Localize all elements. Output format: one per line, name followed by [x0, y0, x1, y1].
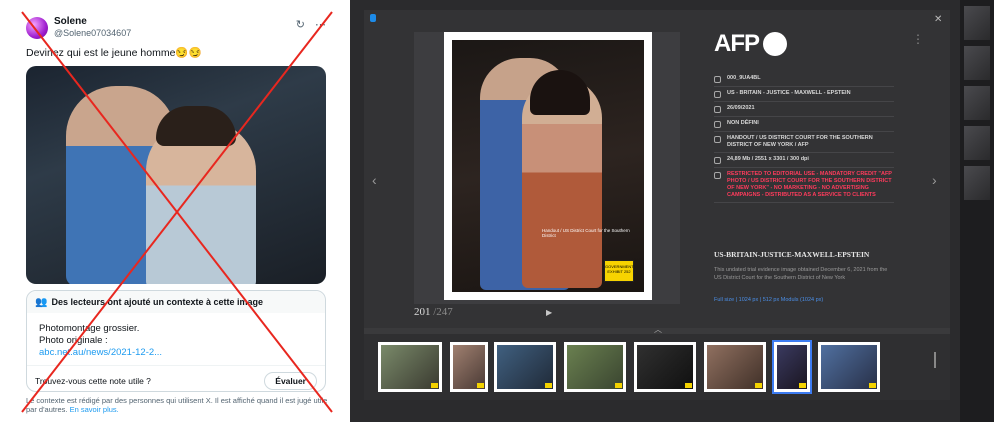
thumbnail-strip: [364, 334, 950, 400]
metadata-row: HANDOUT / US DISTRICT COURT FOR THE SOUT…: [714, 132, 894, 153]
warning-icon: [714, 172, 721, 179]
thumbnail-image: [453, 345, 485, 389]
viewer-main: ✕ ‹ › Handout / US District Court for th…: [364, 10, 950, 328]
pin-icon[interactable]: [370, 14, 376, 22]
thumbnail[interactable]: [634, 342, 696, 392]
thumbnail[interactable]: [378, 342, 442, 392]
download-links[interactable]: Full size | 1024 px | 512 px Moduls (102…: [714, 296, 894, 304]
community-note-title: Des lecteurs ont ajouté un contexte à ce…: [51, 297, 264, 307]
metadata-row: 24,89 Mb / 2551 x 3301 / 300 dpi: [714, 153, 894, 168]
screenshot-root: Solene @Solene07034607 ↻ ⋯ Devinez qui e…: [0, 0, 994, 422]
metadata-row: 26/09/2021: [714, 102, 894, 117]
people-icon: 👥: [35, 296, 48, 308]
tweet-header: Solene @Solene07034607: [26, 16, 131, 39]
thumbnail[interactable]: [704, 342, 766, 392]
caption-title: US-BRITAIN-JUSTICE-MAXWELL-EPSTEIN: [714, 250, 870, 259]
thumbnail-scrollbar[interactable]: [934, 352, 936, 368]
background-thumbnail: [964, 126, 990, 160]
metadata-row: RESTRICTED TO EDITORIAL USE - MANDATORY …: [714, 168, 894, 203]
thumbnail[interactable]: [818, 342, 880, 392]
evaluate-button[interactable]: Évaluer: [264, 372, 317, 390]
thumbnail[interactable]: [494, 342, 556, 392]
useful-question: Trouvez-vous cette note utile ?: [35, 376, 151, 386]
more-icon[interactable]: ⋯: [315, 18, 326, 31]
grok-icon[interactable]: ↻: [296, 18, 305, 31]
tweet-text: Devinez qui est le jeune homme😏😏: [26, 47, 202, 59]
metadata-text: US - BRITAIN - JUSTICE - MAXWELL - EPSTE…: [727, 90, 851, 96]
preview-photo[interactable]: Handout / US District Court for the Sout…: [444, 32, 652, 300]
afp-logo: AFP: [714, 30, 787, 58]
thumbnail-image: [637, 345, 693, 389]
learn-more-link[interactable]: En savoir plus.: [70, 405, 119, 414]
community-note: 👥 Des lecteurs ont ajouté un contexte à …: [26, 290, 326, 392]
metadata-row: US - BRITAIN - JUSTICE - MAXWELL - EPSTE…: [714, 87, 894, 102]
note-line-2: Photo originale :: [39, 335, 108, 346]
background-thumbnail: [964, 166, 990, 200]
background-thumbnail: [964, 86, 990, 120]
tweet-photo[interactable]: [26, 66, 326, 284]
avatar[interactable]: [26, 16, 48, 39]
note-line-1: Photomontage grossier.: [39, 323, 140, 334]
counter-current: 201: [414, 306, 431, 318]
tweet-author: Solene @Solene07034607: [54, 16, 131, 39]
note-source-link[interactable]: abc.net.au/news/2021-12-2...: [39, 347, 313, 359]
metadata-text: 26/09/2021: [727, 105, 755, 111]
community-note-footer: Trouvez-vous cette note utile ? Évaluer: [27, 365, 325, 396]
thumbnail-image: [381, 345, 439, 389]
exhibit-stamp: GOVERNMENT EXHIBIT 252: [604, 260, 634, 282]
preview-photo-content: Handout / US District Court for the Sout…: [452, 40, 644, 292]
kebab-menu-icon[interactable]: ⋮: [912, 32, 924, 46]
metadata-text: 000_9UA4BL: [727, 75, 761, 81]
metadata-row: NON DÉFINI: [714, 117, 894, 132]
thumbnail-image: [567, 345, 623, 389]
note-disclaimer: Le contexte est rédigé par des personnes…: [26, 396, 332, 414]
photo-counter: 201 /247: [414, 306, 453, 318]
afp-logo-ball: [763, 32, 787, 56]
thumbnail-image: [707, 345, 763, 389]
photo-watermark-caption: Handout / US District Court for the Sout…: [542, 228, 630, 238]
building-icon: [714, 136, 721, 143]
metadata-text: HANDOUT / US DISTRICT COURT FOR THE SOUT…: [727, 135, 873, 148]
afp-logo-text: AFP: [714, 30, 760, 57]
photo-figure-hair: [156, 106, 236, 146]
clock-icon: [714, 106, 721, 113]
tweet-card: Solene @Solene07034607 ↻ ⋯ Devinez qui e…: [18, 8, 336, 416]
community-note-header: 👥 Des lecteurs ont ajouté un contexte à …: [27, 291, 325, 313]
id-icon: [714, 76, 721, 83]
next-arrow-icon[interactable]: ›: [932, 172, 937, 188]
photo-figure-hair: [530, 70, 590, 115]
thumbnail-selected[interactable]: [772, 340, 812, 394]
previous-arrow-icon[interactable]: ‹: [372, 172, 377, 188]
community-note-body: Photomontage grossier. Photo originale :…: [27, 313, 325, 359]
counter-total: /247: [433, 306, 453, 318]
thumbnail-image: [777, 345, 807, 389]
author-name[interactable]: Solene: [54, 16, 131, 28]
afp-viewer: ✕ ‹ › Handout / US District Court for th…: [350, 0, 994, 422]
metadata-text: 24,89 Mb / 2551 x 3301 / 300 dpi: [727, 156, 809, 162]
info-icon: [714, 121, 721, 128]
resize-icon: [714, 157, 721, 164]
thumbnail-image: [821, 345, 877, 389]
author-handle[interactable]: @Solene07034607: [54, 28, 131, 39]
play-icon[interactable]: ▶: [546, 308, 552, 317]
metadata-row: 000_9UA4BL: [714, 72, 894, 87]
metadata-list: 000_9UA4BL US - BRITAIN - JUSTICE - MAXWE…: [714, 72, 894, 203]
metadata-text: NON DÉFINI: [727, 120, 759, 126]
thumbnail-image: [497, 345, 553, 389]
close-icon[interactable]: ✕: [934, 14, 942, 25]
caption-description: This undated trial evidence image obtain…: [714, 267, 888, 281]
background-thumbnail: [964, 6, 990, 40]
thumbnail[interactable]: [564, 342, 626, 392]
metadata-text: RESTRICTED TO EDITORIAL USE - MANDATORY …: [727, 171, 892, 198]
background-thumbnail: [964, 46, 990, 80]
thumbnail[interactable]: [450, 342, 488, 392]
tag-icon: [714, 91, 721, 98]
tweet-actions: ↻ ⋯: [296, 18, 326, 31]
